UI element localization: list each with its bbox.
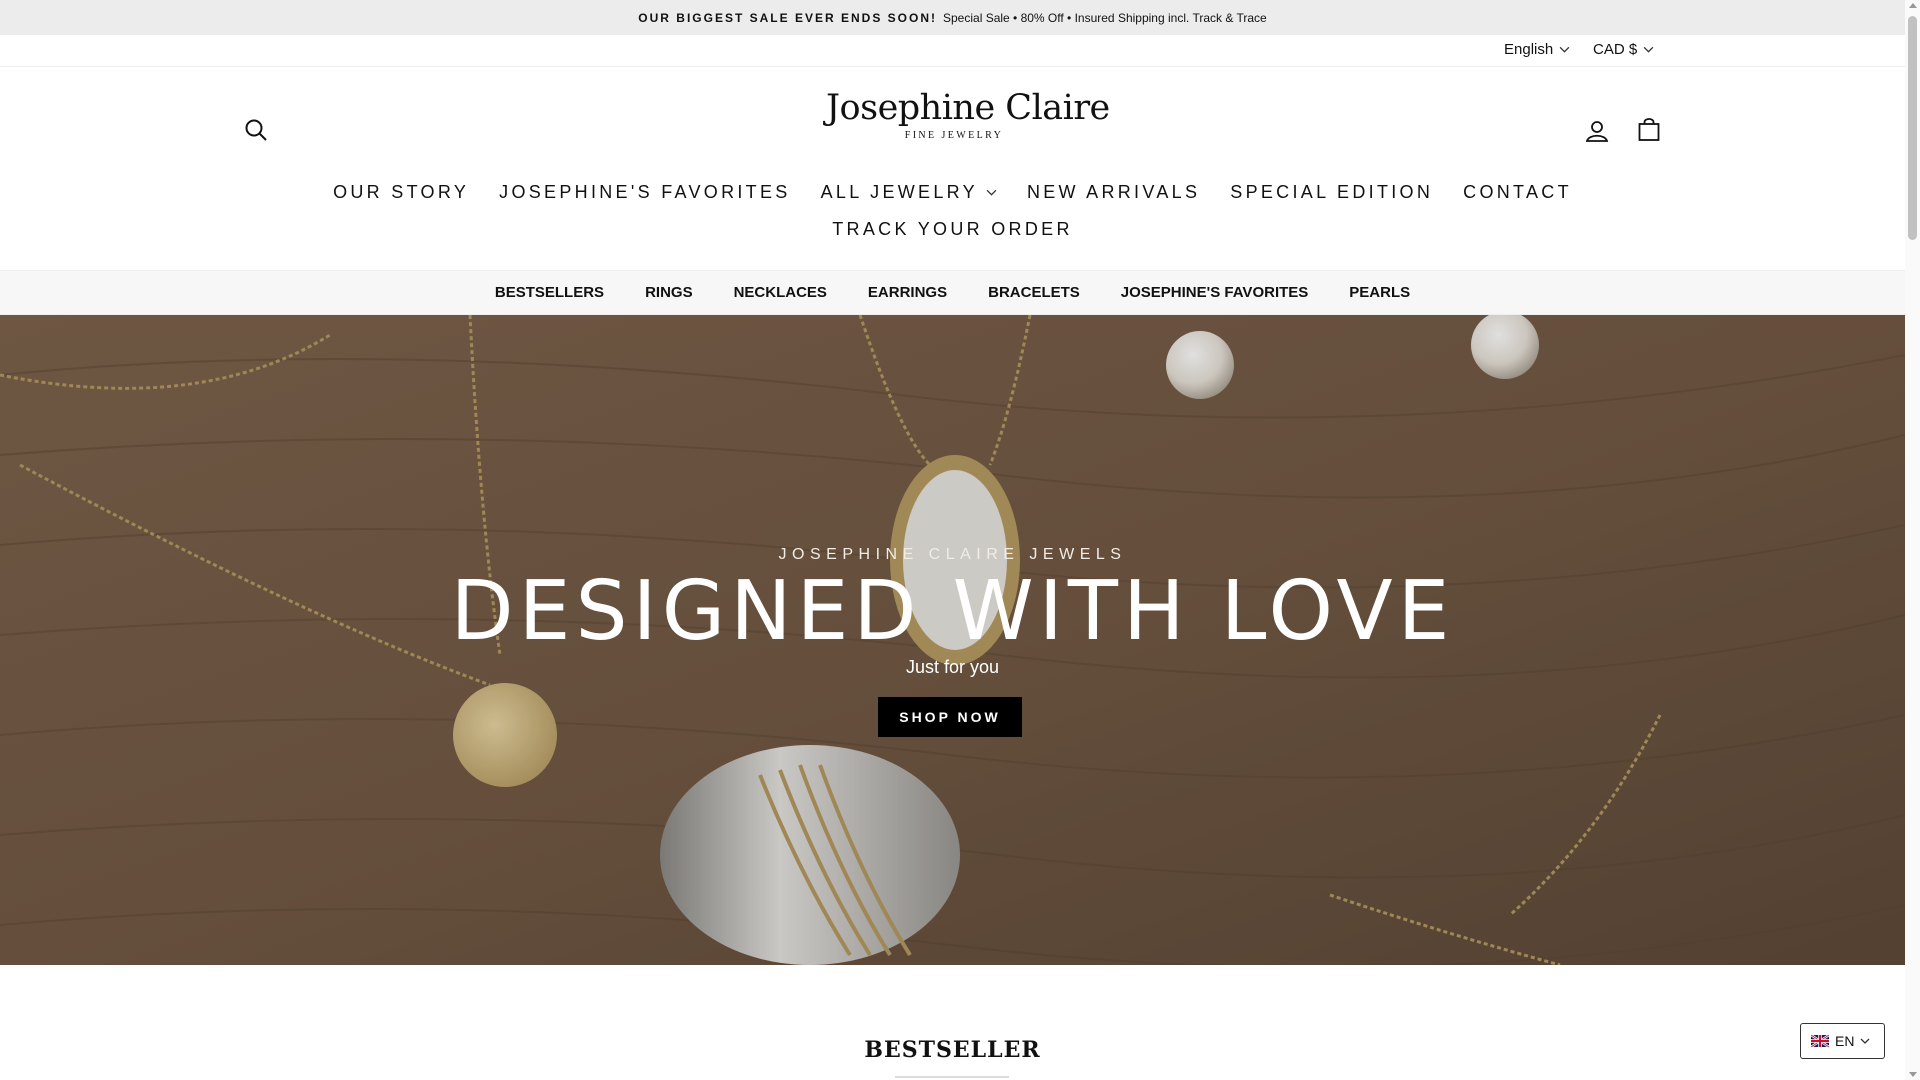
bestseller-heading: BESTSELLER bbox=[864, 1037, 1041, 1063]
language-label: English bbox=[1504, 41, 1554, 58]
scroll-up-arrow-icon[interactable] bbox=[1909, 3, 1917, 8]
bag-icon bbox=[1638, 118, 1660, 141]
user-icon bbox=[1585, 121, 1609, 142]
nav-special-edition[interactable]: SPECIAL EDITION bbox=[1230, 182, 1433, 203]
account-button[interactable] bbox=[1582, 116, 1612, 146]
nav-contact[interactable]: CONTACT bbox=[1463, 182, 1572, 203]
category-necklaces[interactable]: NECKLACES bbox=[734, 284, 827, 301]
logo-name: Josephine Claire bbox=[826, 88, 1110, 128]
nav-josephines-favorites[interactable]: JOSEPHINE'S FAVORITES bbox=[499, 182, 790, 203]
chevron-down-icon bbox=[986, 189, 997, 196]
utility-bar: English CAD $ bbox=[0, 35, 1905, 67]
category-nav: BESTSELLERS RINGS NECKLACES EARRINGS BRA… bbox=[0, 270, 1905, 315]
site-logo[interactable]: Josephine Claire FINE JEWELRY bbox=[826, 88, 1110, 141]
main-nav-row2: TRACK YOUR ORDER bbox=[0, 219, 1905, 240]
nav-new-arrivals[interactable]: NEW ARRIVALS bbox=[1027, 182, 1200, 203]
category-josephines-favorites[interactable]: JOSEPHINE'S FAVORITES bbox=[1121, 284, 1309, 301]
chevron-down-icon bbox=[1559, 46, 1570, 53]
search-icon bbox=[245, 119, 267, 141]
hero-title: DESIGNED WITH LOVE bbox=[450, 564, 1455, 659]
language-code: EN bbox=[1835, 1033, 1855, 1049]
currency-label: CAD $ bbox=[1593, 41, 1638, 58]
currency-selector[interactable]: CAD $ bbox=[1593, 41, 1654, 58]
category-pearls[interactable]: PEARLS bbox=[1349, 284, 1410, 301]
logo-tagline: FINE JEWELRY bbox=[904, 130, 1004, 141]
uk-flag-icon bbox=[1811, 1035, 1829, 1047]
language-selector[interactable]: English bbox=[1504, 41, 1570, 58]
category-rings[interactable]: RINGS bbox=[645, 284, 693, 301]
hero-kicker: JOSEPHINE CLAIRE JEWELS bbox=[778, 546, 1127, 563]
hero-subtitle: Just for you bbox=[905, 657, 1000, 677]
search-button[interactable] bbox=[241, 115, 271, 145]
section-divider bbox=[895, 1076, 1009, 1078]
nav-all-jewelry-label: ALL JEWELRY bbox=[820, 182, 978, 202]
announcement-bar: OUR BIGGEST SALE EVER ENDS SOON! Special… bbox=[0, 0, 1905, 35]
category-earrings[interactable]: EARRINGS bbox=[868, 284, 947, 301]
cart-button[interactable] bbox=[1634, 115, 1664, 145]
announcement-text: Special Sale • 80% Off • Insured Shippin… bbox=[943, 10, 1267, 25]
nav-all-jewelry[interactable]: ALL JEWELRY bbox=[821, 182, 997, 203]
page-scrollbar[interactable] bbox=[1905, 0, 1920, 1080]
nav-track-order[interactable]: TRACK YOUR ORDER bbox=[832, 219, 1073, 240]
main-nav: OUR STORY JOSEPHINE'S FAVORITES ALL JEWE… bbox=[0, 182, 1905, 203]
hero-banner: JOSEPHINE CLAIRE JEWELS DESIGNED WITH LO… bbox=[0, 315, 1905, 965]
shop-now-button[interactable]: SHOP NOW bbox=[878, 697, 1022, 737]
chevron-down-icon bbox=[1860, 1038, 1870, 1044]
announcement-bold: OUR BIGGEST SALE EVER ENDS SOON! bbox=[638, 10, 937, 25]
nav-our-story[interactable]: OUR STORY bbox=[333, 182, 469, 203]
scroll-thumb[interactable] bbox=[1908, 16, 1917, 240]
category-bracelets[interactable]: BRACELETS bbox=[988, 284, 1080, 301]
scroll-down-arrow-icon[interactable] bbox=[1909, 1072, 1917, 1077]
chevron-down-icon bbox=[1643, 46, 1654, 53]
language-widget[interactable]: EN bbox=[1800, 1023, 1885, 1059]
category-bestsellers[interactable]: BESTSELLERS bbox=[495, 284, 604, 301]
